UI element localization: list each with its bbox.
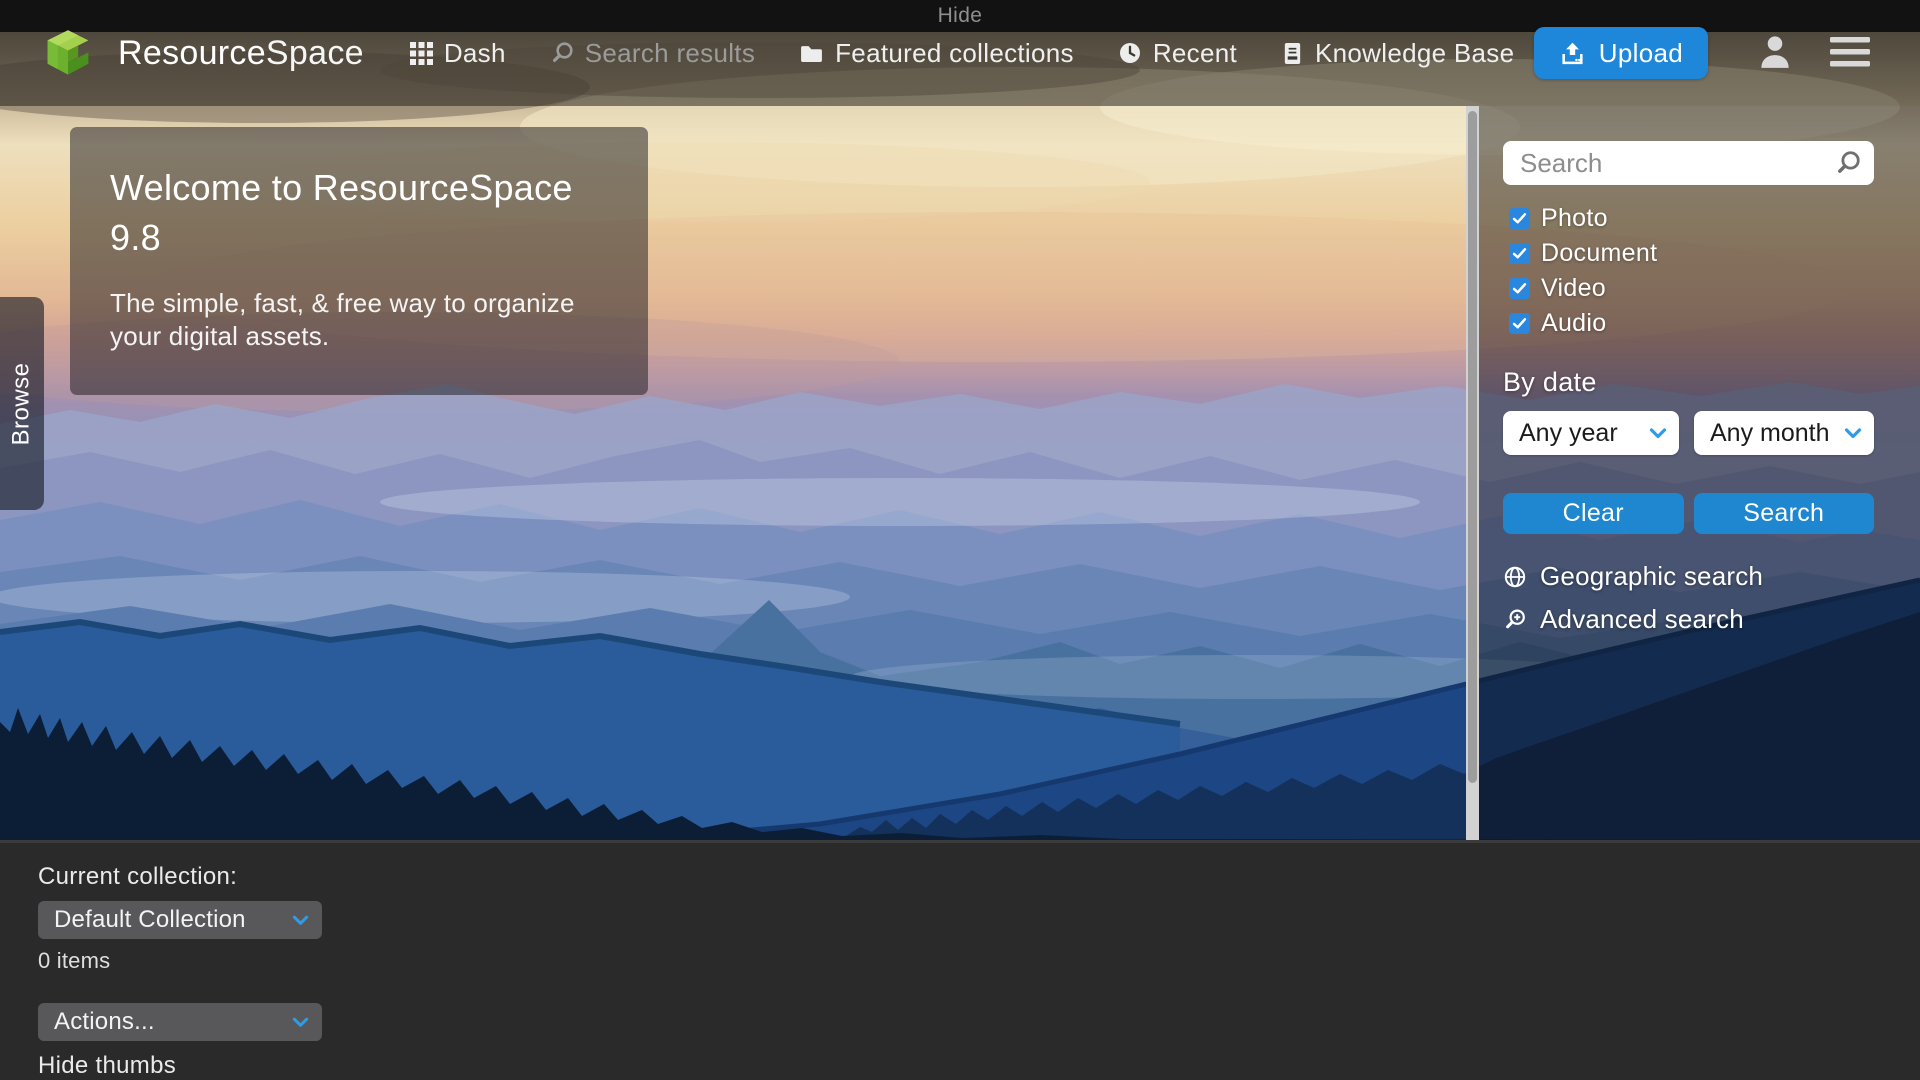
nav-item-featured-collections[interactable]: Featured collections (799, 38, 1074, 69)
upload-label: Upload (1599, 38, 1683, 69)
check-icon (1512, 212, 1527, 225)
link-label: Geographic search (1540, 561, 1763, 592)
brand-name-secondary: Space (266, 34, 364, 72)
resourcespace-logo-icon[interactable] (38, 15, 98, 91)
filter-label: Audio (1541, 309, 1606, 338)
hamburger-icon (1830, 35, 1870, 69)
grid-icon (410, 42, 433, 65)
nav-label: Knowledge Base (1315, 38, 1514, 69)
resource-type-filters: Photo Document Video (1503, 201, 1874, 341)
check-icon (1512, 247, 1527, 260)
collection-select-value: Default Collection (54, 906, 246, 934)
main-nav: Dash Search results Featured collections (410, 38, 1515, 69)
advanced-search-link[interactable]: Advanced search (1503, 604, 1874, 635)
folder-icon (799, 41, 824, 66)
welcome-subtitle: The simple, fast, & free way to organize… (110, 287, 608, 353)
brand-name[interactable]: ResourceSpace (118, 34, 364, 73)
brand-name-primary: Resource (118, 34, 266, 72)
month-select[interactable]: Any month (1694, 411, 1874, 455)
top-navigation: ResourceSpace Dash Search results (0, 0, 1920, 106)
chevron-down-icon (1649, 428, 1667, 439)
filter-photo[interactable]: Photo (1503, 201, 1874, 236)
actions-select[interactable]: Actions... (38, 1003, 322, 1041)
link-label: Advanced search (1540, 604, 1744, 635)
nav-label: Search results (585, 38, 755, 69)
nav-item-recent[interactable]: Recent (1118, 38, 1237, 69)
by-date-heading: By date (1503, 367, 1874, 398)
search-plus-icon (1503, 608, 1527, 632)
month-select-value: Any month (1710, 419, 1830, 448)
filter-video[interactable]: Video (1503, 271, 1874, 306)
main-scrollbar[interactable] (1466, 106, 1479, 840)
resourcespace-app: Hide ResourceSpace Dash (0, 0, 1920, 1080)
search-button[interactable]: Search (1694, 493, 1875, 534)
search-links: Geographic search Advanced search (1503, 561, 1874, 635)
welcome-title: Welcome to ResourceSpace 9.8 (110, 163, 608, 263)
sidebar-search-input[interactable] (1503, 141, 1874, 185)
nav-label: Recent (1153, 38, 1237, 69)
upload-icon (1559, 40, 1586, 67)
chevron-down-icon (1844, 428, 1862, 439)
clear-button[interactable]: Clear (1503, 493, 1684, 534)
browse-tab[interactable]: Browse (0, 297, 44, 510)
book-icon (1281, 41, 1304, 66)
current-collection-label: Current collection: (38, 863, 1920, 891)
filter-label: Photo (1541, 204, 1608, 233)
date-selects: Any year Any month (1503, 411, 1874, 455)
scrollbar-thumb[interactable] (1468, 111, 1477, 783)
year-select-value: Any year (1519, 419, 1618, 448)
search-actions: Clear Search (1503, 493, 1874, 534)
search-sidebar: Photo Document Video (1503, 106, 1874, 647)
collection-items-count: 0 items (38, 948, 1920, 974)
nav-label: Featured collections (835, 38, 1074, 69)
collection-select[interactable]: Default Collection (38, 901, 322, 939)
hide-thumbs-link[interactable]: Hide thumbs (38, 1052, 1920, 1080)
geographic-search-link[interactable]: Geographic search (1503, 561, 1874, 592)
user-menu-button[interactable] (1756, 32, 1794, 75)
upload-button[interactable]: Upload (1534, 27, 1708, 79)
chevron-down-icon (292, 915, 309, 926)
browse-label: Browse (8, 362, 36, 445)
year-select[interactable]: Any year (1503, 411, 1679, 455)
menu-button[interactable] (1830, 35, 1870, 72)
search-box (1503, 141, 1874, 185)
welcome-panel: Welcome to ResourceSpace 9.8 The simple,… (70, 127, 648, 395)
nav-item-search-results[interactable]: Search results (550, 38, 755, 69)
actions-select-value: Actions... (54, 1008, 155, 1036)
checkbox-audio[interactable] (1509, 313, 1530, 334)
filter-label: Document (1541, 239, 1657, 268)
checkbox-video[interactable] (1509, 278, 1530, 299)
filter-document[interactable]: Document (1503, 236, 1874, 271)
nav-item-knowledge-base[interactable]: Knowledge Base (1281, 38, 1514, 69)
nav-item-dash[interactable]: Dash (410, 38, 506, 69)
checkbox-photo[interactable] (1509, 208, 1530, 229)
globe-icon (1503, 565, 1527, 589)
collection-bar: Current collection: Default Collection 0… (0, 840, 1920, 1080)
search-icon (550, 41, 574, 65)
filter-audio[interactable]: Audio (1503, 306, 1874, 341)
check-icon (1512, 282, 1527, 295)
search-icon[interactable] (1834, 149, 1862, 177)
nav-label: Dash (444, 38, 506, 69)
chevron-down-icon (292, 1017, 309, 1028)
checkbox-document[interactable] (1509, 243, 1530, 264)
check-icon (1512, 317, 1527, 330)
user-icon (1756, 32, 1794, 72)
filter-label: Video (1541, 274, 1606, 303)
clock-icon (1118, 41, 1142, 65)
